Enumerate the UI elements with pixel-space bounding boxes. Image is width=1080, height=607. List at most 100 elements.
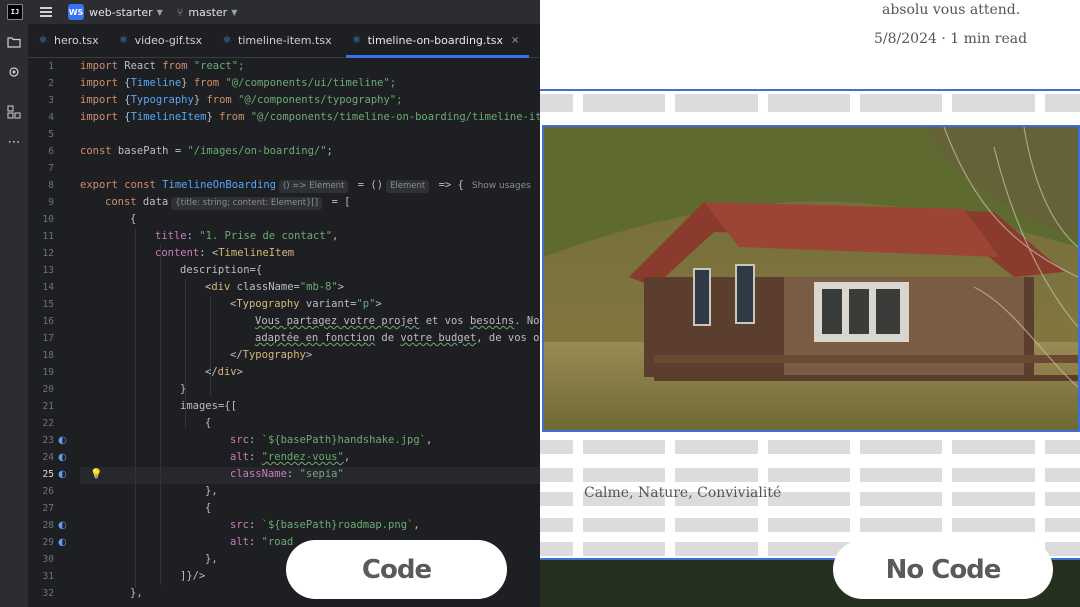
house-photo[interactable]	[542, 125, 1080, 432]
code-line: const basePath = "/images/on-boarding/";	[80, 145, 333, 157]
code-line: },	[205, 485, 218, 497]
line-number: 22	[42, 418, 54, 429]
code-line: ]}/>	[180, 570, 206, 582]
line-number: 12	[42, 248, 54, 259]
type-hint: () => Element	[278, 180, 349, 193]
code-line: const data {title: string; content: Eleme…	[105, 196, 351, 210]
react-file-icon: ⚛	[119, 35, 129, 46]
tab-label: timeline-on-boarding.tsx	[367, 34, 503, 47]
code-line: import {TimelineItem} from "@/components…	[80, 111, 540, 123]
commit-icon[interactable]	[6, 64, 22, 80]
code-line: }	[180, 383, 187, 395]
selection-outline	[540, 89, 1080, 91]
app-logo-icon[interactable]: IJ	[7, 4, 23, 20]
code-line: alt: "rendez-vous",	[230, 451, 351, 463]
tab-label: timeline-item.tsx	[238, 34, 332, 47]
line-number: 4	[48, 112, 54, 123]
line-number: 26	[42, 486, 54, 497]
line-number: 23	[42, 435, 54, 446]
code-line: src: `${basePath}handshake.jpg`,	[230, 434, 433, 446]
line-number: 13	[42, 265, 54, 276]
line-number: 29	[42, 537, 54, 548]
tab-timeline-on-boarding[interactable]: ⚛ timeline-on-boarding.tsx ×	[342, 24, 530, 58]
chevron-down-icon[interactable]: ▼	[157, 8, 163, 17]
line-number: 24	[42, 452, 54, 463]
line-number: 9	[48, 197, 54, 208]
show-usages-link[interactable]: Show usages	[472, 181, 531, 191]
line-number: 1	[48, 61, 54, 72]
line-number: 5	[48, 129, 54, 140]
ide-window: IJ WS web-starter ▼ ⑂ master ▼ ⋯ ⚛ hero.…	[0, 0, 540, 607]
branch-name[interactable]: master	[188, 6, 227, 19]
line-number: 32	[42, 588, 54, 599]
line-number: 17	[42, 333, 54, 344]
code-line: },	[205, 553, 218, 565]
line-number: 28	[42, 520, 54, 531]
line-number: 2	[48, 78, 54, 89]
ide-title-bar: IJ WS web-starter ▼ ⑂ master ▼	[0, 0, 540, 24]
article-text: absolu vous attend.	[882, 2, 1021, 18]
more-icon[interactable]: ⋯	[6, 134, 22, 150]
type-hint: {title: string; content: Element}[]	[171, 197, 323, 210]
code-line: <div className="mb-8">	[205, 281, 345, 293]
chevron-down-icon[interactable]: ▼	[231, 8, 237, 17]
code-line: Vous partagez votre projet et vos besoin…	[255, 315, 540, 327]
tab-video-gif[interactable]: ⚛ video-gif.tsx	[109, 24, 212, 57]
react-file-icon: ⚛	[222, 35, 232, 46]
line-number: 25	[42, 469, 54, 480]
line-number: 31	[42, 571, 54, 582]
code-line: import {Typography} from "@/components/t…	[80, 94, 403, 106]
code-label-button[interactable]: Code	[286, 540, 507, 599]
article-meta: 5/8/2024 · 1 min read	[874, 31, 1028, 47]
line-number: 20	[42, 384, 54, 395]
line-number: 21	[42, 401, 54, 412]
close-icon[interactable]: ×	[511, 35, 519, 46]
folder-icon[interactable]	[6, 34, 22, 50]
line-number: 30	[42, 554, 54, 565]
line-number: 6	[48, 146, 54, 157]
project-name[interactable]: web-starter	[89, 6, 153, 19]
line-number: 27	[42, 503, 54, 514]
project-badge[interactable]: WS	[68, 4, 84, 20]
line-number: 16	[42, 316, 54, 327]
react-file-icon: ⚛	[38, 35, 48, 46]
tool-window-strip: ⋯	[0, 24, 28, 607]
line-number: 11	[42, 231, 54, 242]
code-line: {	[205, 502, 212, 514]
react-file-icon: ⚛	[352, 35, 362, 46]
code-line: {	[130, 213, 137, 225]
code-line: <Typography variant="p">	[230, 298, 382, 310]
tab-label: video-gif.tsx	[134, 34, 202, 47]
code-line: src: `${basePath}roadmap.png`,	[230, 519, 420, 531]
override-marker-icon[interactable]: ◐	[58, 520, 70, 532]
tab-label: hero.tsx	[54, 34, 99, 47]
line-number: 15	[42, 299, 54, 310]
code-line: description={	[180, 264, 263, 276]
line-number: 14	[42, 282, 54, 293]
override-marker-icon[interactable]: ◐	[58, 452, 70, 464]
code-line: className: "sepia"	[230, 468, 344, 480]
hamburger-menu-icon[interactable]	[40, 7, 52, 17]
line-number: 7	[48, 163, 54, 174]
line-number: 18	[42, 350, 54, 361]
image-caption: Calme, Nature, Convivialité	[584, 485, 782, 501]
code-line: export const TimelineOnBoarding() => Ele…	[80, 179, 531, 193]
structure-icon[interactable]	[6, 104, 22, 120]
code-line: import React from "react";	[80, 60, 245, 72]
code-line: title: "1. Prise de contact",	[155, 230, 339, 242]
override-marker-icon[interactable]: ◐	[58, 435, 70, 447]
code-line: </Typography>	[230, 349, 313, 361]
override-marker-icon[interactable]: ◐	[58, 537, 70, 549]
tab-timeline-item[interactable]: ⚛ timeline-item.tsx	[212, 24, 342, 57]
code-line: alt: "road	[230, 536, 294, 548]
line-number-gutter: ◐ ◐ ◐ ◐ ◐ 💡 1 2 3 4 5 6 7 8 9 10 11 12 13 14 15 16 17 18 1…	[28, 58, 102, 607]
editor-tabs: ⚛ hero.tsx ⚛ video-gif.tsx ⚛ timeline-it…	[28, 24, 540, 58]
code-editor[interactable]: import React from "react"; import {Timel…	[80, 58, 540, 607]
branch-icon[interactable]: ⑂	[177, 6, 184, 19]
line-number: 8	[48, 180, 54, 191]
code-line: {	[205, 417, 212, 429]
override-marker-icon[interactable]: ◐	[58, 469, 70, 481]
tab-hero[interactable]: ⚛ hero.tsx	[28, 24, 109, 57]
code-line: images={[	[180, 400, 237, 412]
no-code-label-button[interactable]: No Code	[833, 540, 1053, 599]
